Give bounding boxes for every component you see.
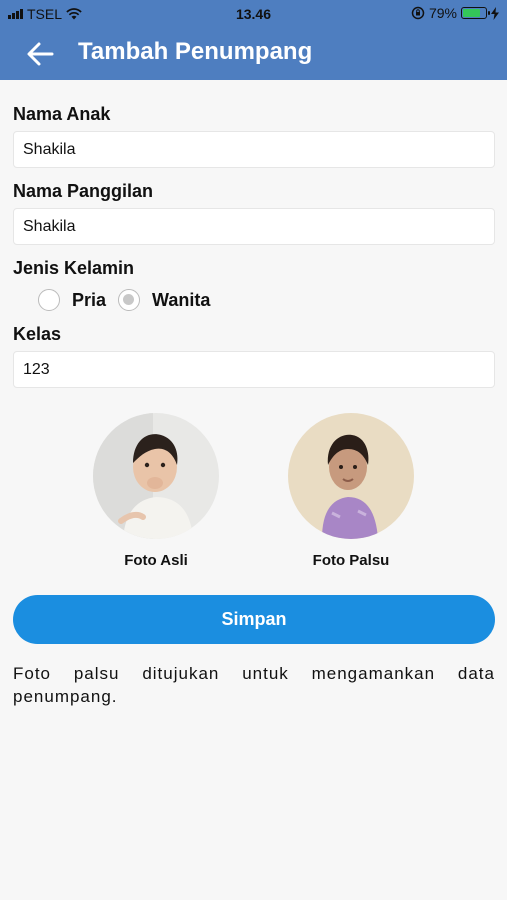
battery-icon xyxy=(461,7,490,19)
page-title: Tambah Penumpang xyxy=(78,38,313,65)
nav-bar: Tambah Penumpang xyxy=(0,28,507,80)
fake-photo-avatar[interactable] xyxy=(288,413,414,539)
battery-percent: 79% xyxy=(428,5,457,21)
real-photo-avatar[interactable] xyxy=(93,413,219,539)
back-arrow-icon[interactable] xyxy=(26,40,54,68)
charging-bolt-icon xyxy=(491,6,499,20)
nickname-label: Nama Panggilan xyxy=(13,181,154,201)
nickname-input[interactable]: Shakila xyxy=(13,208,495,245)
gender-label: Jenis Kelamin xyxy=(13,258,135,278)
save-button[interactable]: Simpan xyxy=(13,595,495,644)
class-input[interactable]: 123 xyxy=(13,351,495,388)
real-photo-image xyxy=(93,413,219,539)
orientation-lock-icon xyxy=(411,6,425,20)
app-header: TSEL 13.46 79% Tambah Penumpang xyxy=(0,0,507,80)
radio-pria-label[interactable]: Pria xyxy=(72,290,106,311)
privacy-note: Foto palsu ditujukan untuk mengamankan d… xyxy=(13,664,495,706)
child-name-input[interactable]: Shakila xyxy=(13,131,495,168)
child-name-label: Nama Anak xyxy=(13,104,111,124)
gender-radio-group: Pria Wanita xyxy=(38,289,222,311)
radio-wanita[interactable] xyxy=(118,289,141,311)
status-right: 79% xyxy=(411,5,499,21)
class-label: Kelas xyxy=(13,324,62,344)
fake-photo-label: Foto Palsu xyxy=(312,552,390,569)
battery-fill xyxy=(463,9,481,17)
status-bar: TSEL 13.46 79% xyxy=(0,0,507,28)
radio-wanita-label[interactable]: Wanita xyxy=(152,290,210,311)
fake-photo-image xyxy=(288,413,414,539)
real-photo-label: Foto Asli xyxy=(124,552,188,569)
radio-pria[interactable] xyxy=(38,289,60,311)
